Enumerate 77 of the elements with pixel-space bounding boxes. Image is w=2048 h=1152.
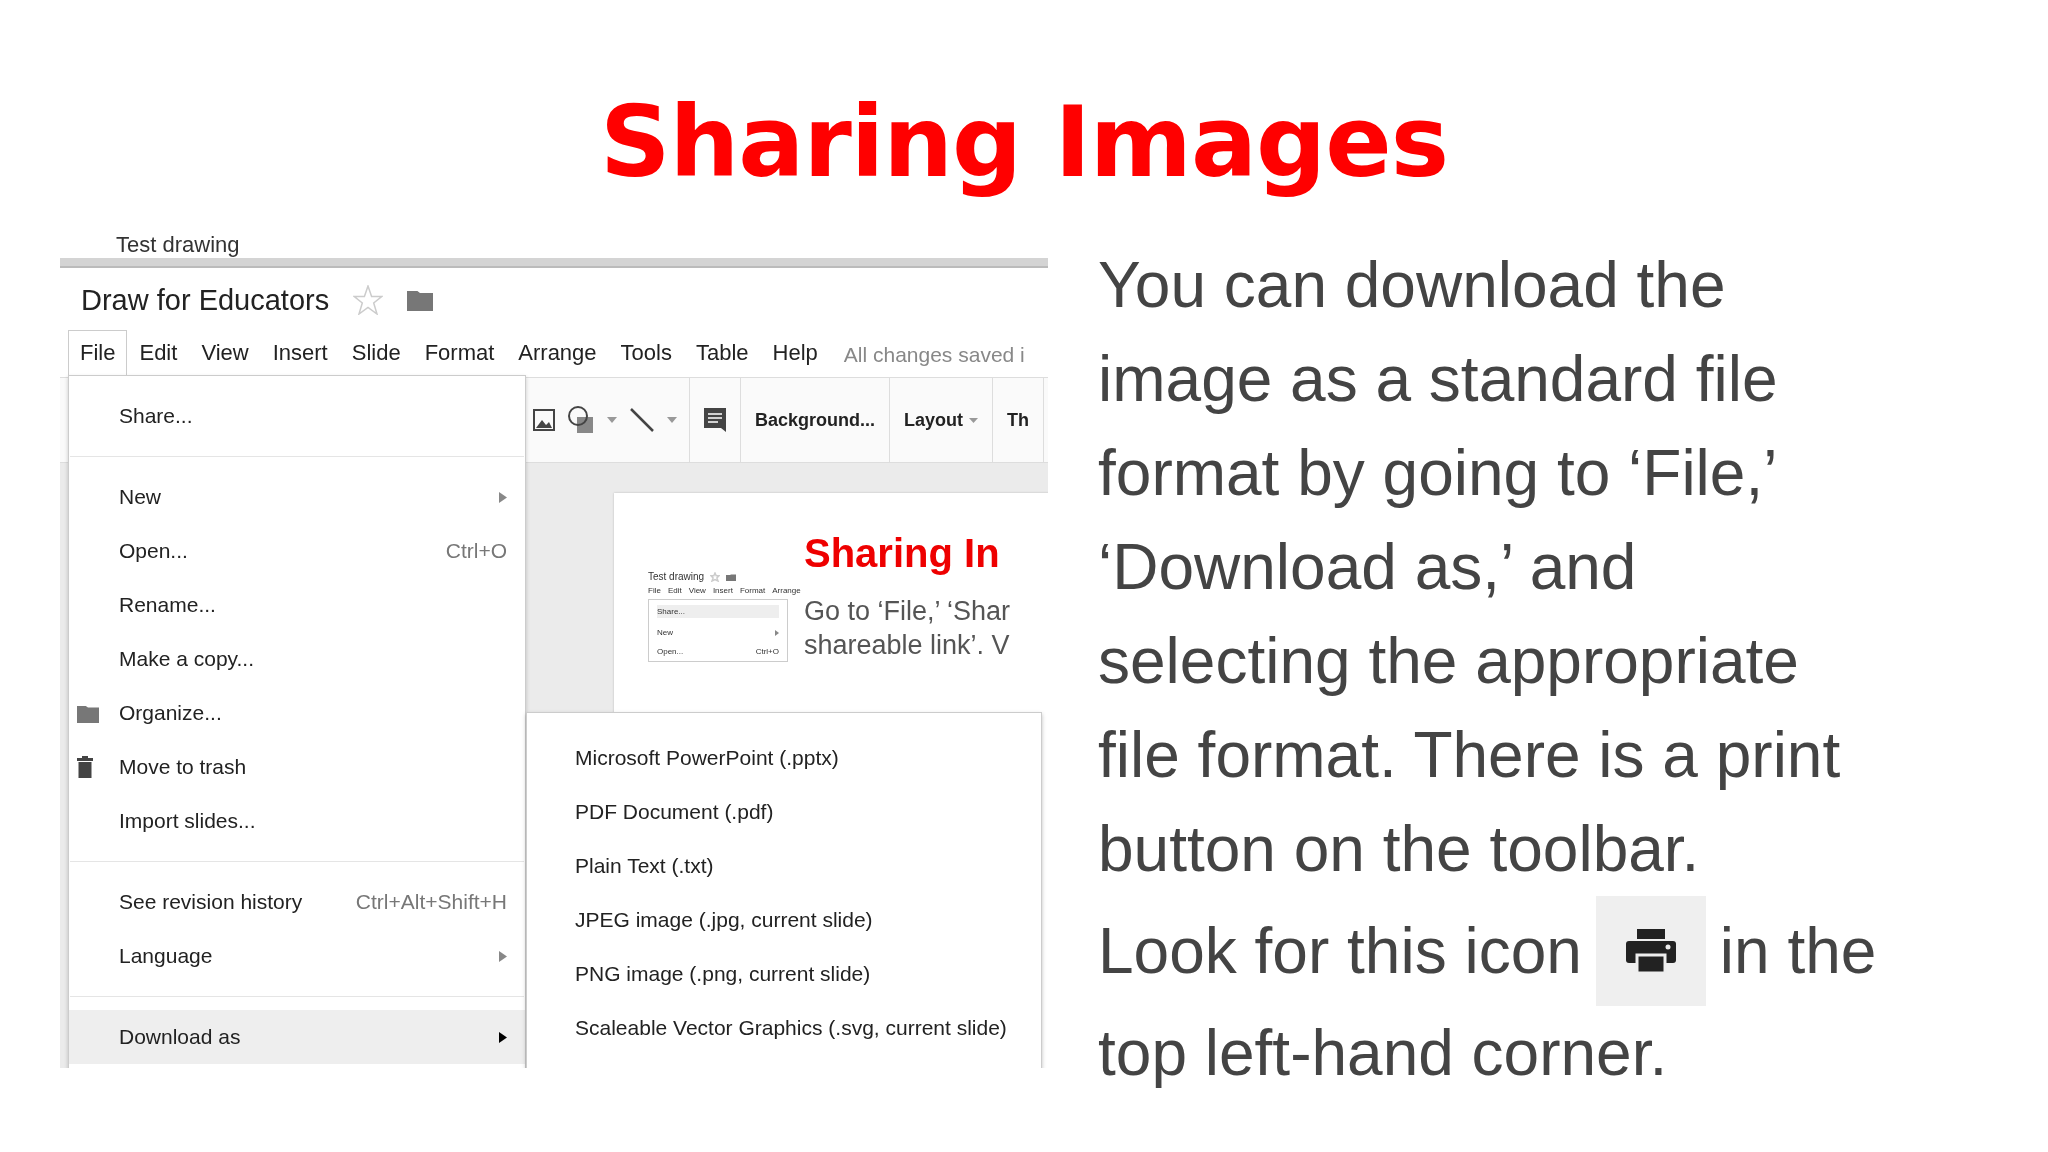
menu-item[interactable]: Insert	[260, 330, 340, 379]
star-icon	[710, 571, 721, 582]
menu-item[interactable]: Tools	[608, 330, 684, 379]
body-text-line: format by going to ‘File,’	[1098, 436, 1779, 511]
folder-icon	[726, 572, 737, 581]
mini-menu-row-text: Open...	[657, 647, 685, 656]
mini-title-text: Test drawing	[648, 571, 705, 582]
tab-title[interactable]: Test drawing	[116, 232, 240, 258]
comment-icon	[704, 408, 726, 432]
trash-icon	[77, 756, 93, 778]
menu-row[interactable]: Language	[69, 929, 525, 983]
caret-icon	[667, 417, 677, 423]
menu-item[interactable]: Edit	[127, 330, 190, 379]
folder-icon	[407, 289, 434, 311]
menu-row-label: Download as	[119, 1025, 242, 1049]
body-text-line: top left-hand corner.	[1098, 1016, 1669, 1091]
menu-item[interactable]: View	[189, 330, 261, 379]
menu-row[interactable]: PDF Document (.pdf)	[527, 785, 1041, 839]
menu-item[interactable]: Arrange	[506, 330, 609, 379]
menu-row[interactable]: Plain Text (.txt)	[527, 839, 1041, 893]
body-text-line: ‘Download as,’ and	[1098, 530, 1638, 605]
menu-row-label: New	[119, 485, 162, 509]
menu-row[interactable]: Move to trash	[69, 740, 525, 794]
menu-row-label: Make a copy...	[119, 647, 255, 671]
menu-row[interactable]: Scaleable Vector Graphics (.svg, current slide)	[527, 1001, 1041, 1055]
save-status: All changes saved i	[843, 342, 1025, 367]
slide-title: Sharing Images	[599, 84, 1449, 201]
image-icon	[533, 409, 555, 431]
star-icon	[353, 285, 384, 315]
menu-item[interactable]: Slide	[339, 330, 413, 379]
menu-row[interactable]: New	[69, 470, 525, 524]
menu-row-label: Organize...	[119, 701, 223, 725]
menu-row[interactable]: See revision history Ctrl+Alt+Shift+H	[69, 875, 525, 929]
menu-row[interactable]: Make a copy...	[69, 632, 525, 686]
menu-row-label: Import slides...	[119, 809, 257, 833]
menu-row-label: Rename...	[119, 593, 217, 617]
line-icon	[629, 407, 655, 433]
body-text-line: selecting the appropriate	[1098, 624, 1800, 699]
print-icon	[1625, 929, 1676, 973]
menu-item[interactable]: Help	[760, 330, 830, 379]
menu-row[interactable]: Import slides...	[69, 794, 525, 848]
mini-shortcut: Ctrl+O	[755, 647, 779, 656]
body-text-line: Look for this icon	[1098, 914, 1582, 989]
toolbar-button[interactable]: Background...	[741, 378, 890, 462]
shortcut-text: Ctrl+Alt+Shift+H	[355, 890, 507, 914]
menu-row-label: Share...	[119, 404, 194, 428]
menu-row-label: Language	[119, 944, 214, 968]
preview-text-line: Go to ‘File,’ ‘Shar	[804, 595, 1011, 628]
menu-row[interactable]: Open... Ctrl+O	[69, 524, 525, 578]
menu-row[interactable]: Download as	[69, 1010, 525, 1064]
menu-row-label: Move to trash	[119, 755, 248, 779]
menu-row-label: Open...	[119, 539, 189, 563]
document-title: Draw for Educators	[81, 283, 330, 317]
body-text-line: in the	[1719, 914, 1877, 989]
toolbar-button[interactable]: Th	[993, 378, 1045, 462]
menu-row[interactable]: JPEG image (.jpg, current slide)	[527, 893, 1041, 947]
menu-row[interactable]: Rename...	[69, 578, 525, 632]
body-text-line: You can download the	[1098, 248, 1727, 323]
body-text-line: file format. There is a print	[1098, 718, 1842, 793]
mini-menu-row: Share...	[657, 605, 779, 618]
menu-row[interactable]: Organize...	[69, 686, 525, 740]
toolbar-button[interactable]: Layout	[890, 378, 994, 462]
folder-icon	[77, 703, 99, 723]
menu-row[interactable]: PNG image (.png, current slide)	[527, 947, 1041, 1001]
mini-menu-row-text: New	[657, 628, 674, 637]
shape-icon	[567, 405, 595, 435]
body-text-line: button on the toolbar.	[1098, 812, 1701, 887]
menu-item[interactable]: Format	[412, 330, 507, 379]
body-text-line: image as a standard file	[1098, 342, 1779, 417]
preview-title: Sharing In	[804, 531, 1001, 576]
caret-icon	[607, 417, 617, 423]
menu-row[interactable]: Share...	[69, 389, 525, 443]
shortcut-text: Ctrl+O	[445, 539, 507, 563]
preview-text-line: shareable link’. V	[804, 629, 1011, 662]
menu-item[interactable]: Table	[683, 330, 761, 379]
menu-row-label: See revision history	[119, 890, 304, 914]
menu-row[interactable]: Microsoft PowerPoint (.pptx)	[527, 731, 1041, 785]
